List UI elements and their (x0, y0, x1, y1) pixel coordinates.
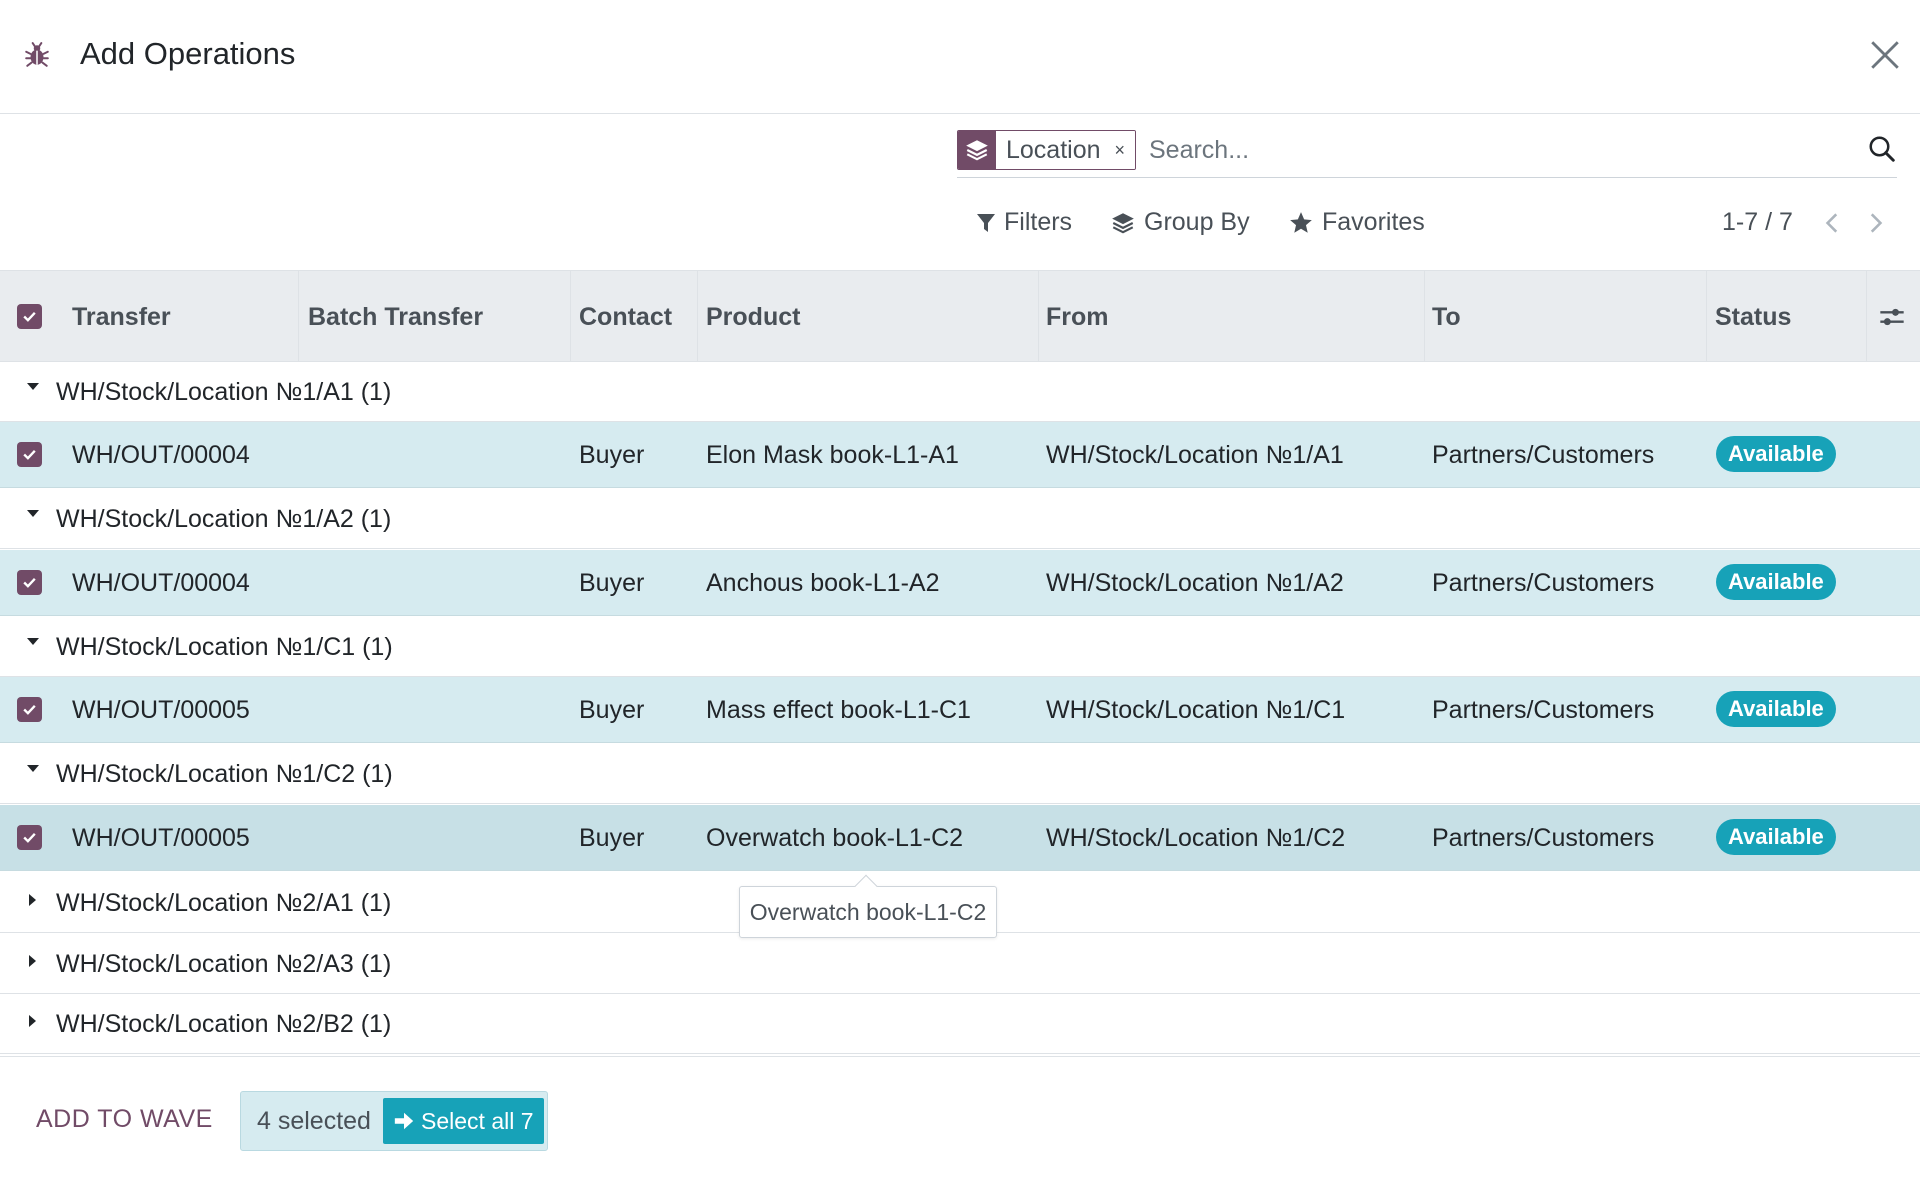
select-all-label: Select all 7 (421, 1108, 534, 1134)
column-header-transfer[interactable]: Transfer (72, 271, 171, 363)
dialog-footer: ADD TO WAVE 4 selected Select all 7 (0, 1056, 1920, 1182)
from-cell: WH/Stock/Location №1/C1 (1046, 696, 1346, 724)
layers-icon (958, 131, 996, 169)
status-badge: Available (1716, 819, 1836, 855)
check-icon (23, 449, 36, 460)
product-cell: Mass effect book-L1-C1 (706, 696, 971, 724)
group-label: WH/Stock/Location №1/C2 (1) (56, 760, 393, 788)
star-icon (1290, 211, 1312, 233)
contact-cell: Buyer (579, 696, 645, 724)
to-cell: Partners/Customers (1432, 696, 1655, 724)
transfer-cell: WH/OUT/00004 (72, 569, 250, 597)
search-input[interactable] (1149, 130, 1829, 170)
column-header-to[interactable]: To (1432, 271, 1461, 363)
status-badge: Available (1716, 691, 1836, 727)
column-header-product[interactable]: Product (706, 271, 800, 363)
chevron-right-icon[interactable] (1862, 208, 1888, 238)
status-badge: Available (1716, 564, 1836, 600)
to-cell: Partners/Customers (1432, 569, 1655, 597)
row-checkbox[interactable] (17, 825, 42, 850)
table-row[interactable]: WH/OUT/00005 Buyer Overwatch book-L1-C2 … (0, 805, 1920, 871)
caret-down-icon (27, 510, 39, 517)
select-all-button[interactable]: Select all 7 (383, 1098, 544, 1144)
group-by-button[interactable]: Group By (1110, 208, 1250, 237)
caret-right-icon (29, 955, 36, 967)
group-header[interactable]: WH/Stock/Location №2/A3 (1) (0, 934, 1920, 994)
group-header[interactable]: WH/Stock/Location №1/A1 (1) (0, 362, 1920, 422)
favorites-button[interactable]: Favorites (1288, 208, 1425, 237)
caret-down-icon (27, 638, 39, 645)
row-checkbox[interactable] (17, 697, 42, 722)
product-cell: Elon Mask book-L1-A1 (706, 441, 959, 469)
from-cell: WH/Stock/Location №1/A1 (1046, 441, 1344, 469)
to-cell: Partners/Customers (1432, 441, 1655, 469)
transfer-cell: WH/OUT/00004 (72, 441, 250, 469)
check-icon (23, 704, 36, 715)
add-to-wave-button[interactable]: ADD TO WAVE (36, 1105, 213, 1134)
group-label: WH/Stock/Location №2/A1 (1) (56, 889, 392, 917)
group-by-label: Group By (1144, 208, 1250, 236)
caret-right-icon (29, 894, 36, 906)
close-icon[interactable] (1868, 38, 1902, 72)
group-header[interactable]: WH/Stock/Location №1/A2 (1) (0, 489, 1920, 549)
layers-icon (1112, 212, 1134, 233)
group-label: WH/Stock/Location №2/A3 (1) (56, 950, 392, 978)
dialog-header: Add Operations (0, 0, 1920, 114)
filters-button[interactable]: Filters (976, 208, 1072, 237)
caret-down-icon (27, 765, 39, 772)
group-label: WH/Stock/Location №1/C1 (1) (56, 633, 393, 661)
column-header-from[interactable]: From (1046, 271, 1109, 363)
caret-right-icon (29, 1015, 36, 1027)
contact-cell: Buyer (579, 824, 645, 852)
check-icon (23, 832, 36, 843)
contact-cell: Buyer (579, 441, 645, 469)
column-header-contact[interactable]: Contact (579, 271, 672, 363)
search-bar: Location × (957, 126, 1897, 178)
table-row[interactable]: WH/OUT/00004 Buyer Elon Mask book-L1-A1 … (0, 422, 1920, 488)
transfer-cell: WH/OUT/00005 (72, 824, 250, 852)
facet-remove-icon[interactable]: × (1115, 131, 1126, 169)
row-checkbox[interactable] (17, 442, 42, 467)
pager-value[interactable]: 1-7 / 7 (1722, 208, 1793, 237)
group-header[interactable]: WH/Stock/Location №1/C2 (1) (0, 744, 1920, 804)
group-header[interactable]: WH/Stock/Location №2/B2 (1) (0, 994, 1920, 1054)
search-facet: Location × (957, 130, 1137, 170)
transfer-cell: WH/OUT/00005 (72, 696, 250, 724)
filter-icon (977, 213, 995, 232)
table-row[interactable]: WH/OUT/00005 Buyer Mass effect book-L1-C… (0, 677, 1920, 743)
dialog-title: Add Operations (80, 36, 296, 71)
bug-icon (25, 42, 49, 67)
to-cell: Partners/Customers (1432, 824, 1655, 852)
search-icon[interactable] (1867, 134, 1897, 164)
contact-cell: Buyer (579, 569, 645, 597)
check-icon (23, 311, 36, 322)
column-header-status[interactable]: Status (1715, 271, 1791, 363)
status-badge: Available (1716, 436, 1836, 472)
group-label: WH/Stock/Location №1/A2 (1) (56, 505, 392, 533)
favorites-label: Favorites (1322, 208, 1425, 236)
selection-info: 4 selected Select all 7 (240, 1091, 548, 1151)
optional-columns-icon[interactable] (1878, 303, 1906, 331)
product-cell: Anchous book-L1-A2 (706, 569, 940, 597)
group-label: WH/Stock/Location №1/A1 (1) (56, 378, 392, 406)
table-header: Transfer Batch Transfer Contact Product … (0, 270, 1920, 363)
selected-count: 4 selected (257, 1107, 371, 1135)
chevron-left-icon[interactable] (1820, 208, 1846, 238)
row-checkbox[interactable] (17, 570, 42, 595)
from-cell: WH/Stock/Location №1/C2 (1046, 824, 1346, 852)
filters-label: Filters (1004, 208, 1073, 236)
group-header[interactable]: WH/Stock/Location №1/C1 (1) (0, 617, 1920, 677)
select-all-checkbox[interactable] (17, 304, 42, 329)
product-cell: Overwatch book-L1-C2 (706, 824, 964, 852)
facet-label: Location (1006, 136, 1101, 164)
group-label: WH/Stock/Location №2/B2 (1) (56, 1010, 392, 1038)
product-tooltip: Overwatch book-L1-C2 (739, 874, 997, 938)
tooltip-text: Overwatch book-L1-C2 (749, 899, 987, 925)
from-cell: WH/Stock/Location №1/A2 (1046, 569, 1344, 597)
table-row[interactable]: WH/OUT/00004 Buyer Anchous book-L1-A2 WH… (0, 550, 1920, 616)
caret-down-icon (27, 383, 39, 390)
arrow-right-icon (394, 1112, 414, 1130)
column-header-batch-transfer[interactable]: Batch Transfer (308, 271, 483, 363)
check-icon (23, 577, 36, 588)
